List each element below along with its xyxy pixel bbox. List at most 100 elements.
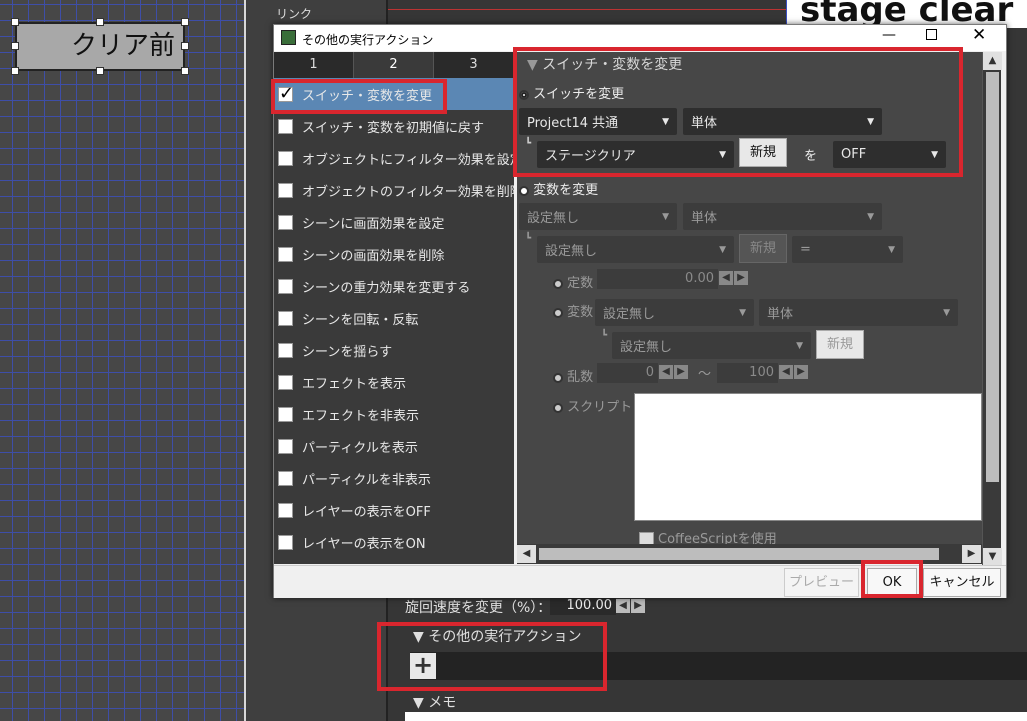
random-max-stepper[interactable]: ◀ ▶ <box>778 364 808 379</box>
checkbox-icon[interactable] <box>278 342 293 358</box>
action-list-item[interactable]: オブジェクトのフィルター効果を削除 <box>274 174 514 206</box>
var-name-select[interactable]: 設定無し ▼ <box>537 236 734 263</box>
action-list-item[interactable]: シーンを回転・反転 <box>274 302 514 334</box>
scroll-up-icon[interactable]: ▲ <box>983 52 1002 70</box>
resize-handle-b[interactable] <box>96 67 104 75</box>
checkbox-icon[interactable] <box>278 534 293 550</box>
action-list-item[interactable]: エフェクトを非表示 <box>274 398 514 430</box>
action-list-item[interactable]: シーンを揺らす <box>274 334 514 366</box>
scroll-thumb[interactable] <box>986 72 999 482</box>
var-new-button[interactable]: 新規 <box>739 234 787 263</box>
memo-heading: ▼ メモ <box>413 695 457 711</box>
var-scope-select[interactable]: 設定無し ▼ <box>519 203 677 230</box>
resize-handle-t[interactable] <box>96 18 104 26</box>
var-operator-value: = <box>800 242 811 257</box>
action-list-item[interactable]: オブジェクトにフィルター効果を設定 <box>274 142 514 174</box>
action-list-item[interactable]: パーティクルを非表示 <box>274 462 514 494</box>
var-unit-select[interactable]: 単体 ▼ <box>683 203 882 230</box>
variable-radio[interactable]: 変数を変更 <box>519 179 598 198</box>
tab-3[interactable]: 3 <box>434 52 514 78</box>
close-icon[interactable]: ✕ <box>972 25 986 45</box>
checkbox-icon[interactable] <box>278 278 293 294</box>
decrement-icon[interactable]: ◀ <box>616 598 630 613</box>
checkbox-icon[interactable] <box>278 406 293 422</box>
const-label: 定数 <box>567 276 594 291</box>
decrement-icon[interactable]: ◀ <box>719 270 733 285</box>
varsrc-scope-select[interactable]: 設定無し ▼ <box>595 299 754 326</box>
const-stepper[interactable]: ◀ ▶ <box>718 270 748 285</box>
chevron-down-icon: ▼ <box>867 211 874 222</box>
decrement-icon[interactable]: ◀ <box>779 364 793 379</box>
random-min-stepper[interactable]: ◀ ▶ <box>658 364 688 379</box>
checkbox-icon[interactable] <box>278 470 293 486</box>
checkbox-icon[interactable] <box>278 118 293 134</box>
preview-button[interactable]: プレビュー <box>784 568 859 597</box>
rotation-value[interactable]: 100.00 <box>550 597 616 615</box>
action-list-item[interactable]: レイヤーの表示をOFF <box>274 494 514 526</box>
action-list-item[interactable]: パーティクルを表示 <box>274 430 514 462</box>
random-radio[interactable]: 乱数 <box>553 366 593 385</box>
checkbox-icon[interactable] <box>278 246 293 262</box>
minimize-icon[interactable]: — <box>882 27 896 43</box>
canvas-object-label[interactable]: クリア前 <box>15 22 185 71</box>
memo-field[interactable] <box>405 712 1027 721</box>
increment-icon[interactable]: ▶ <box>631 598 645 613</box>
increment-icon[interactable]: ▶ <box>794 364 808 379</box>
radio-icon <box>553 402 563 413</box>
tab-2[interactable]: 2 <box>354 52 434 78</box>
resize-handle-r[interactable] <box>181 42 189 50</box>
resize-handle-bl[interactable] <box>11 67 19 75</box>
var-source-radio[interactable]: 変数 <box>553 301 593 320</box>
action-list-item[interactable]: スイッチ・変数を初期値に戻す <box>274 110 514 142</box>
script-textarea[interactable] <box>634 393 982 521</box>
var-unit-value: 単体 <box>691 211 718 226</box>
chevron-down-icon: ▼ <box>796 340 803 351</box>
const-value-field[interactable]: 0.00 <box>597 269 718 289</box>
scroll-down-icon[interactable]: ▼ <box>983 548 1002 566</box>
resize-handle-tr[interactable] <box>181 18 189 26</box>
resize-handle-tl[interactable] <box>11 18 19 26</box>
rotation-stepper[interactable]: ◀ ▶ <box>615 598 645 613</box>
action-list-item[interactable]: レイヤーの表示をON <box>274 526 514 558</box>
var-operator-select[interactable]: = ▼ <box>792 236 903 263</box>
range-tilde: ～ <box>698 367 712 382</box>
checkbox-icon[interactable] <box>278 374 293 390</box>
cancel-button[interactable]: キャンセル <box>923 568 1001 597</box>
varsrc-new-button[interactable]: 新規 <box>816 330 864 359</box>
action-list-item[interactable]: シーンの画面効果を削除 <box>274 238 514 270</box>
scroll-right-icon[interactable]: ▶ <box>962 545 981 563</box>
action-list-item[interactable]: シーンの重力効果を変更する <box>274 270 514 302</box>
resize-handle-br[interactable] <box>181 67 189 75</box>
increment-icon[interactable]: ▶ <box>734 270 748 285</box>
scroll-left-icon[interactable]: ◀ <box>517 545 536 563</box>
checkbox-icon[interactable] <box>278 214 293 230</box>
checkbox-icon[interactable] <box>278 150 293 166</box>
varsrc-unit-select[interactable]: 単体 ▼ <box>759 299 958 326</box>
checkbox-icon[interactable] <box>278 502 293 518</box>
variable-radio-label: 変数を変更 <box>533 183 599 198</box>
checkbox-icon[interactable] <box>278 182 293 198</box>
const-radio[interactable]: 定数 <box>553 272 593 291</box>
link-tab[interactable]: リンク <box>276 5 312 22</box>
checkbox-icon[interactable] <box>278 310 293 326</box>
action-list-item[interactable]: エフェクトを表示 <box>274 366 514 398</box>
increment-icon[interactable]: ▶ <box>674 364 688 379</box>
hscroll-thumb[interactable] <box>539 548 939 560</box>
tab-1[interactable]: 1 <box>274 52 354 78</box>
checkbox-icon[interactable] <box>278 438 293 454</box>
random-max-field[interactable]: 100 <box>717 363 778 383</box>
scene-canvas[interactable] <box>0 0 244 721</box>
varsrc-name-select[interactable]: 設定無し ▼ <box>612 332 811 359</box>
highlight-add-action <box>377 622 607 691</box>
varsrc-unit-value: 単体 <box>767 307 794 322</box>
random-min-field[interactable]: 0 <box>597 363 658 383</box>
resize-handle-l[interactable] <box>11 42 19 50</box>
tree-branch-icon: ┗ <box>525 233 532 244</box>
action-list-item[interactable]: シーンに画面効果を設定 <box>274 206 514 238</box>
decrement-icon[interactable]: ◀ <box>659 364 673 379</box>
maximize-icon[interactable] <box>926 29 937 40</box>
action-list-item-label: パーティクルを非表示 <box>302 472 431 488</box>
action-list-item-label: スイッチ・変数を初期値に戻す <box>302 120 485 136</box>
vertical-scrollbar[interactable]: ▲ ▼ <box>982 52 1002 566</box>
script-radio[interactable]: スクリプト <box>553 396 632 415</box>
